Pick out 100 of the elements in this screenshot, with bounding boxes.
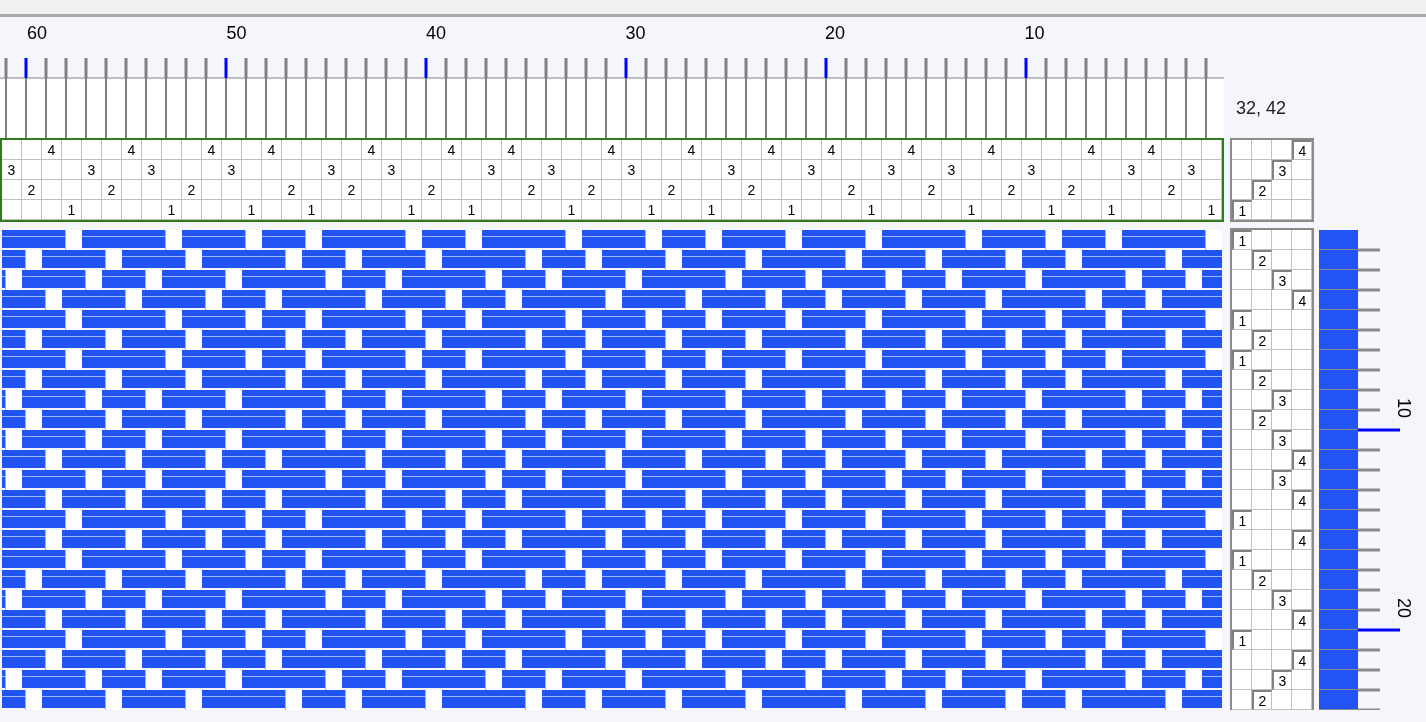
treadling-cell[interactable]: [1292, 470, 1312, 490]
treadling-cell[interactable]: 2: [1252, 330, 1272, 350]
threading-cell[interactable]: [662, 160, 682, 180]
threading-cell[interactable]: [1142, 200, 1162, 220]
threading-cell[interactable]: [842, 200, 862, 220]
threading-cell[interactable]: [402, 160, 422, 180]
threading-cell[interactable]: [262, 160, 282, 180]
treadling-cell[interactable]: 1: [1232, 630, 1252, 650]
threading-cell[interactable]: [902, 180, 922, 200]
threading-cell[interactable]: 2: [22, 180, 42, 200]
threading-cell[interactable]: 4: [502, 140, 522, 160]
threading-cell[interactable]: [122, 200, 142, 220]
threading-cell[interactable]: 2: [522, 180, 542, 200]
threading-cell[interactable]: [142, 200, 162, 220]
threading-cell[interactable]: [662, 200, 682, 220]
treadling-cell[interactable]: [1232, 670, 1252, 690]
threading-cell[interactable]: 2: [342, 180, 362, 200]
treadling-cell[interactable]: [1272, 250, 1292, 270]
treadling-cell[interactable]: [1232, 590, 1252, 610]
threading-cell[interactable]: [602, 180, 622, 200]
threading-cell[interactable]: 4: [1082, 140, 1102, 160]
tie-up-cell[interactable]: [1272, 140, 1292, 160]
threading-cell[interactable]: [582, 140, 602, 160]
threading-cell[interactable]: 1: [1102, 200, 1122, 220]
threading-cell[interactable]: 1: [1042, 200, 1062, 220]
threading-cell[interactable]: [1182, 180, 1202, 200]
tie-up-cell[interactable]: 3: [1272, 160, 1292, 180]
treadling-cell[interactable]: [1272, 450, 1292, 470]
threading-cell[interactable]: 1: [702, 200, 722, 220]
treadling-cell[interactable]: [1292, 690, 1312, 710]
treadling-cell[interactable]: 3: [1272, 590, 1292, 610]
threading-cell[interactable]: [1042, 180, 1062, 200]
treadling-cell[interactable]: [1252, 630, 1272, 650]
threading-cell[interactable]: [1022, 140, 1042, 160]
threading-cell[interactable]: [122, 160, 142, 180]
treadling-cell[interactable]: 2: [1252, 410, 1272, 430]
threading-cell[interactable]: 2: [582, 180, 602, 200]
threading-cell[interactable]: 1: [962, 200, 982, 220]
tie-up-cell[interactable]: [1292, 160, 1312, 180]
treadling-cell[interactable]: [1292, 390, 1312, 410]
tie-up-cell[interactable]: [1252, 200, 1272, 220]
threading-cell[interactable]: [102, 160, 122, 180]
treadling-cell[interactable]: 1: [1232, 550, 1252, 570]
treadling-cell[interactable]: [1292, 430, 1312, 450]
threading-cell[interactable]: [162, 140, 182, 160]
tie-up-cell[interactable]: [1272, 180, 1292, 200]
threading-cell[interactable]: [302, 140, 322, 160]
threading-cell[interactable]: [562, 140, 582, 160]
treadling-cell[interactable]: [1252, 390, 1272, 410]
threading-cell[interactable]: [1062, 160, 1082, 180]
threading-cell[interactable]: 4: [822, 140, 842, 160]
threading-cell[interactable]: [2, 140, 22, 160]
threading-cell[interactable]: [102, 200, 122, 220]
threading-cell[interactable]: [942, 200, 962, 220]
threading-cell[interactable]: 2: [182, 180, 202, 200]
threading-cell[interactable]: [862, 180, 882, 200]
threading-cell[interactable]: [1042, 160, 1062, 180]
threading-cell[interactable]: [1002, 160, 1022, 180]
tie-up-cell[interactable]: [1232, 140, 1252, 160]
threading-cell[interactable]: [1162, 140, 1182, 160]
threading-cell[interactable]: [742, 160, 762, 180]
treadling-cell[interactable]: [1252, 670, 1272, 690]
threading-cell[interactable]: [842, 140, 862, 160]
treadling-cell[interactable]: [1232, 290, 1252, 310]
threading-cell[interactable]: [1102, 160, 1122, 180]
threading-cell[interactable]: [402, 140, 422, 160]
treadling-cell[interactable]: [1292, 370, 1312, 390]
treadling-cell[interactable]: [1252, 590, 1272, 610]
treadling-cell[interactable]: [1252, 430, 1272, 450]
threading-cell[interactable]: [882, 180, 902, 200]
threading-cell[interactable]: 2: [1062, 180, 1082, 200]
treadling-cell[interactable]: [1232, 690, 1252, 710]
threading-cell[interactable]: [1162, 200, 1182, 220]
threading-cell[interactable]: [1102, 180, 1122, 200]
threading-cell[interactable]: [1082, 180, 1102, 200]
treadling-cell[interactable]: [1292, 570, 1312, 590]
threading-cell[interactable]: [342, 160, 362, 180]
threading-cell[interactable]: [982, 160, 1002, 180]
treadling-cell[interactable]: [1232, 390, 1252, 410]
threading-cell[interactable]: 1: [62, 200, 82, 220]
threading-cell[interactable]: [922, 160, 942, 180]
threading-cell[interactable]: [602, 160, 622, 180]
threading-cell[interactable]: [422, 200, 442, 220]
treadling-cell[interactable]: [1252, 230, 1272, 250]
treadling-cell[interactable]: 4: [1292, 650, 1312, 670]
threading-cell[interactable]: [862, 160, 882, 180]
treadling-cell[interactable]: [1292, 410, 1312, 430]
treadling-cell[interactable]: 3: [1272, 390, 1292, 410]
treadling-cell[interactable]: [1272, 690, 1292, 710]
treadling-cell[interactable]: 2: [1252, 570, 1272, 590]
threading-cell[interactable]: [922, 140, 942, 160]
treadling-cell[interactable]: 4: [1292, 530, 1312, 550]
threading-cell[interactable]: [342, 140, 362, 160]
threading-cell[interactable]: 2: [662, 180, 682, 200]
threading-cell[interactable]: [362, 180, 382, 200]
threading-cell[interactable]: [962, 140, 982, 160]
treadling-cell[interactable]: [1232, 410, 1252, 430]
threading-cell[interactable]: [762, 180, 782, 200]
treadling-cell[interactable]: [1272, 550, 1292, 570]
tie-up-cell[interactable]: 4: [1292, 140, 1312, 160]
